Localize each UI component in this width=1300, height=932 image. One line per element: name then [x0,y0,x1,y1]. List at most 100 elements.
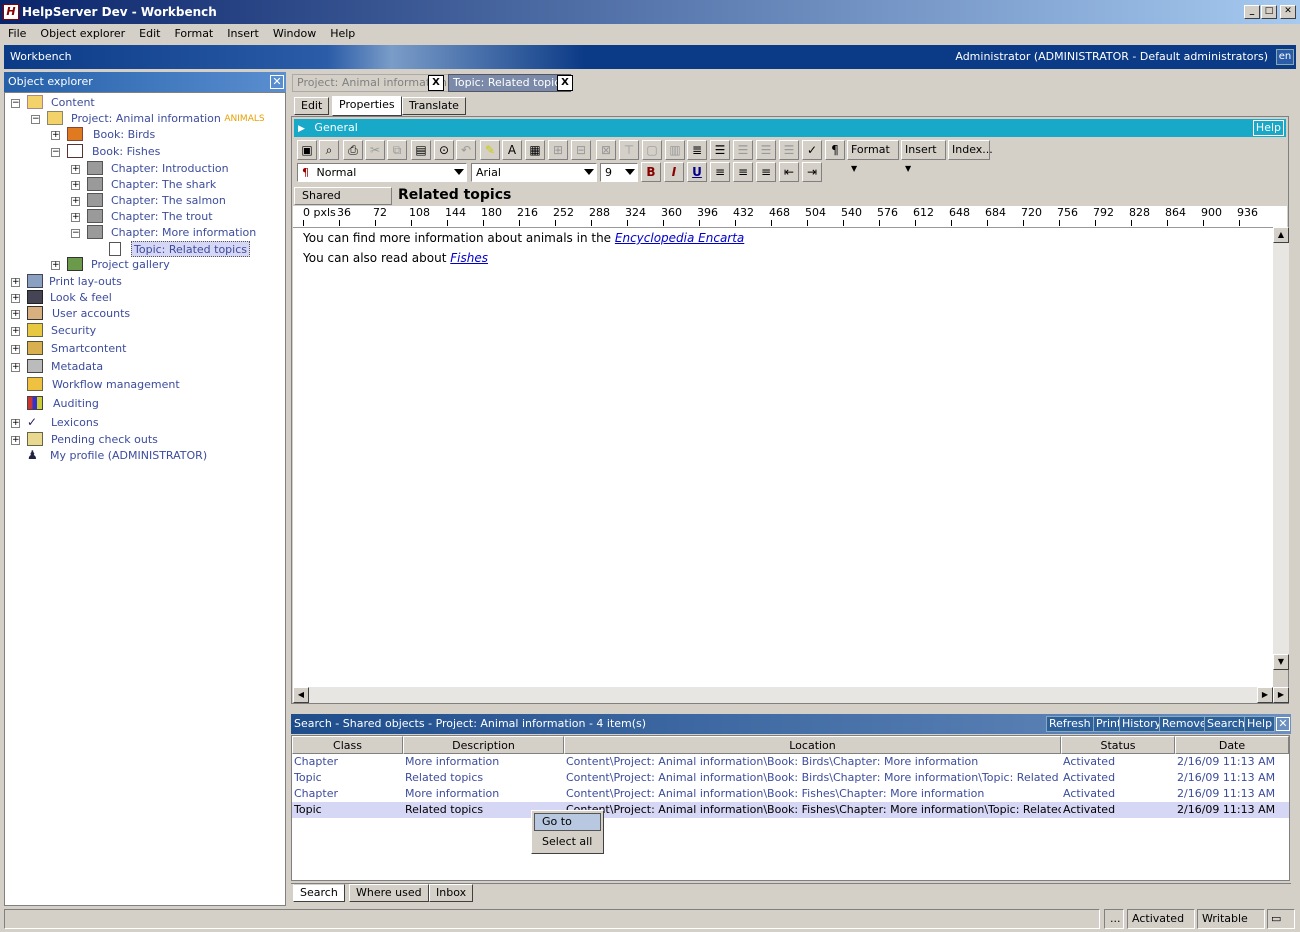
remove-button[interactable]: Remove [1159,716,1210,732]
save-icon[interactable]: ▣ [297,140,317,160]
expand-icon[interactable]: + [71,181,80,190]
outdent-icon[interactable]: ⇤ [779,162,799,182]
collapse-icon[interactable]: − [51,148,60,157]
numbered-list-icon[interactable]: ≣ [687,140,707,160]
tree-item-content[interactable]: Content [51,95,95,111]
table-row[interactable]: Chapter More information Content\Project… [292,754,1289,770]
tree-item-chapter-trout[interactable]: Chapter: The trout [111,209,213,225]
bullet-list-icon[interactable]: ☰ [710,140,730,160]
tab-search[interactable]: Search [293,884,345,902]
tree-item-my-profile[interactable]: My profile (ADMINISTRATOR) [50,448,207,464]
keyboard-icon[interactable]: ▭ [1267,909,1295,929]
size-select[interactable]: 9 [600,163,638,182]
refresh-button[interactable]: Refresh [1046,716,1094,732]
expand-icon[interactable]: + [71,213,80,222]
expand-icon[interactable]: + [51,261,60,270]
menu-help[interactable]: Help [322,24,361,44]
indent-icon[interactable]: ⇥ [802,162,822,182]
abc-check-icon[interactable]: ✓ [802,140,822,160]
insert-row-icon[interactable]: ⊞ [548,140,568,160]
tree-item-book-fishes[interactable]: Book: Fishes [92,144,160,160]
expand-icon[interactable]: + [51,131,60,140]
indent-list-icon[interactable]: ☰ [756,140,776,160]
print-icon[interactable]: ⎙ [343,140,363,160]
tree-item-chapter-introduction[interactable]: Chapter: Introduction [111,161,229,177]
find-icon[interactable]: ⊙ [434,140,454,160]
tab-translate[interactable]: Translate [402,97,466,115]
col-status[interactable]: Status [1061,736,1175,754]
tree-item-print-layouts[interactable]: Print lay-outs [49,274,122,290]
bold-button[interactable]: B [641,162,661,182]
align-left-icon[interactable]: ≡ [710,162,730,182]
paste-icon[interactable]: ▤ [411,140,431,160]
menu-window[interactable]: Window [265,24,322,44]
tab-properties[interactable]: Properties [332,96,402,116]
tree-item-chapter-shark[interactable]: Chapter: The shark [111,177,216,193]
scroll-up-icon[interactable]: ▲ [1273,227,1289,243]
copy-icon[interactable]: ⧉ [387,140,407,160]
outdent-list-icon[interactable]: ☰ [779,140,799,160]
expand-icon[interactable]: + [11,327,20,336]
app-icon[interactable]: H [3,4,19,20]
expand-icon[interactable]: + [11,294,20,303]
menu-file[interactable]: File [0,24,32,44]
insert-col-icon[interactable]: ⊟ [571,140,591,160]
col-class[interactable]: Class [292,736,403,754]
tree-item-security[interactable]: Security [51,323,96,339]
index-button[interactable]: Index... [948,140,993,160]
tab-edit[interactable]: Edit [294,97,330,115]
expand-icon[interactable]: + [11,363,20,372]
collapse-icon[interactable]: − [11,99,20,108]
col-description[interactable]: Description [403,736,564,754]
scroll-right-icon[interactable]: ▶ [1257,687,1273,703]
vertical-scrollbar[interactable] [1273,227,1289,670]
align-right-icon[interactable]: ≡ [756,162,776,182]
shared-indirect-label[interactable]: Shared (indirect) [294,187,392,218]
font-select[interactable]: Arial [471,163,597,182]
tab-inbox[interactable]: Inbox [429,884,474,902]
format-dropdown[interactable]: Format ▼ [847,140,899,173]
encarta-link[interactable]: Encyclopedia Encarta [615,231,744,245]
scroll-right-icon[interactable]: ▶ [1273,687,1289,703]
menu-format[interactable]: Format [166,24,219,44]
list-icon[interactable]: ☰ [733,140,753,160]
style-select[interactable]: ¶ Normal [297,163,467,182]
tree-item-book-birds[interactable]: Book: Birds [93,127,155,143]
table-row[interactable]: Chapter More information Content\Project… [292,786,1289,802]
tree-item-smartcontent[interactable]: Smartcontent [51,341,126,357]
underline-button[interactable]: U [687,162,707,182]
highlight-icon[interactable]: ✎ [480,140,500,160]
expand-icon[interactable]: + [11,419,20,428]
expand-icon[interactable]: + [71,165,80,174]
doc-tab-topic[interactable]: Topic: Related topics [448,74,572,92]
italic-button[interactable]: I [664,162,684,182]
tree-item-topic-related[interactable]: Topic: Related topics [131,241,251,257]
preview-icon[interactable]: ⌕ [319,140,339,160]
delete-col-icon[interactable]: ⊤ [619,140,639,160]
menu-insert[interactable]: Insert [219,24,265,44]
expand-icon[interactable]: + [71,197,80,206]
tree-item-pending-checkouts[interactable]: Pending check outs [51,432,158,448]
fishes-link[interactable]: Fishes [450,251,488,265]
horizontal-scrollbar[interactable] [293,687,1273,703]
align-center-icon[interactable]: ≡ [733,162,753,182]
tree-item-project[interactable]: Project: Animal information ANIMALS [71,111,265,127]
cut-icon[interactable]: ✂ [365,140,385,160]
tree-item-chapter-salmon[interactable]: Chapter: The salmon [111,193,226,209]
table-icon[interactable]: ▦ [525,140,545,160]
maximize-button[interactable]: □ [1261,5,1277,19]
col-date[interactable]: Date [1175,736,1289,754]
language-button[interactable]: en [1276,49,1294,65]
tree-item-lexicons[interactable]: Lexicons [51,415,99,431]
close-window-button[interactable]: ✕ [1280,5,1296,19]
tree-item-user-accounts[interactable]: User accounts [52,306,130,322]
menu-object-explorer[interactable]: Object explorer [32,24,131,44]
close-tab-icon[interactable]: X [428,75,444,91]
col-location[interactable]: Location [564,736,1061,754]
general-help-button[interactable]: Help [1252,120,1284,136]
close-explorer-icon[interactable]: ✕ [270,75,284,89]
tree-item-metadata[interactable]: Metadata [51,359,103,375]
tree-item-auditing[interactable]: Auditing [53,396,99,412]
insert-dropdown[interactable]: Insert ▼ [901,140,946,173]
search-button[interactable]: Search [1204,716,1248,732]
